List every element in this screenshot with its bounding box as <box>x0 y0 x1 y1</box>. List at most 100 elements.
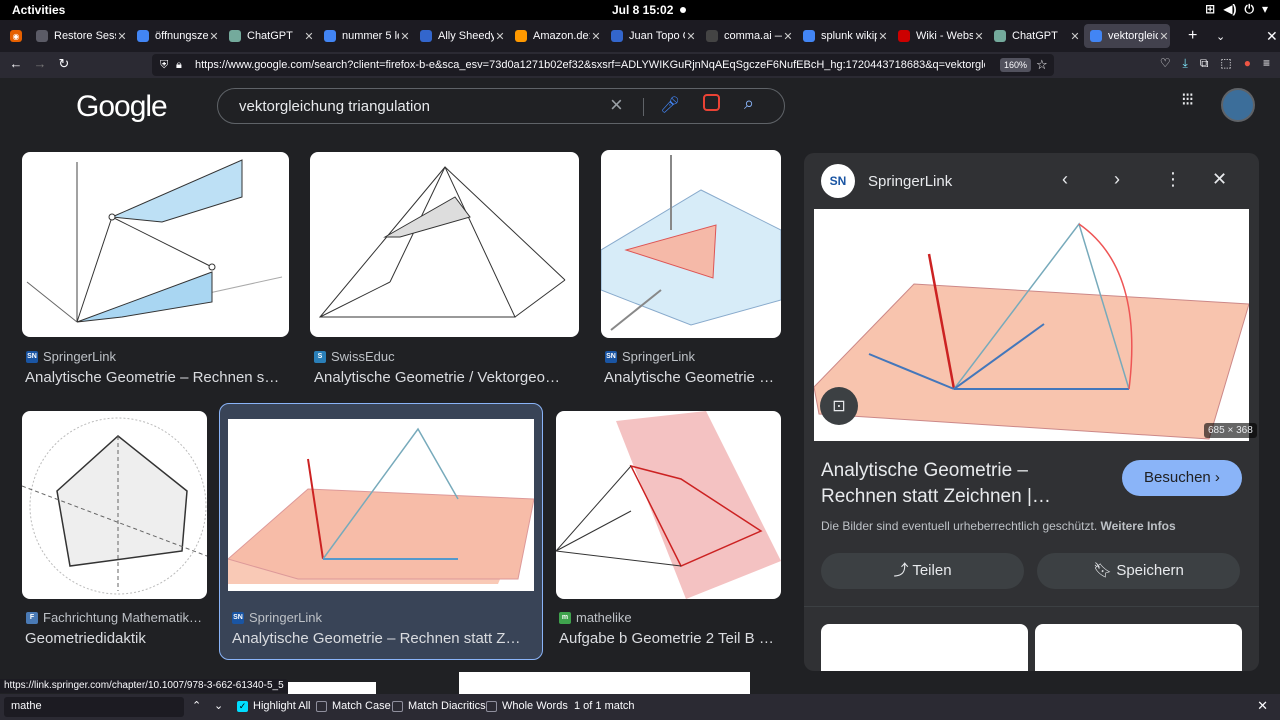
previous-icon[interactable]: ‹ <box>1062 169 1068 190</box>
clock[interactable]: Jul 8 15:02 <box>612 3 673 17</box>
url-text[interactable]: https://www.google.com/search?client=fir… <box>195 54 985 76</box>
reload-button[interactable]: ↻ <box>54 56 74 74</box>
tab-close-icon[interactable]: ✕ <box>973 30 985 43</box>
result-title[interactable]: Analytische Geometrie – Rechnen statt Z… <box>232 630 527 647</box>
result-title[interactable]: Analytische Geometrie … <box>604 369 779 386</box>
result-thumbnail[interactable] <box>310 152 579 337</box>
list-tabs-icon[interactable]: ⌄ <box>1210 24 1230 48</box>
firefox-view-icon[interactable]: ◉ <box>4 24 26 48</box>
bookmark-icon: 🔖︎ <box>1093 562 1117 579</box>
close-find-icon[interactable]: ✕ <box>1257 698 1268 714</box>
close-window-icon[interactable]: ✕ <box>1260 24 1280 48</box>
tab-5[interactable]: Ally Sheedy ✕ <box>414 24 506 48</box>
preview-title[interactable]: Analytische Geometrie – Rechnen statt Ze… <box>821 458 1091 510</box>
toolbar-icons: ♡ ⤓ ⧉ ⬚ ● ≡ <box>1160 56 1270 71</box>
result-title[interactable]: Aufgabe b Geometrie 2 Teil B … <box>559 630 781 647</box>
result-thumbnail[interactable] <box>22 411 207 599</box>
tab-close-icon[interactable]: ✕ <box>685 30 697 43</box>
extensions-icon[interactable]: ⧉ <box>1200 56 1209 71</box>
find-previous-icon[interactable]: ⌃ <box>192 699 201 712</box>
profile-icon[interactable]: ● <box>1244 56 1251 71</box>
tab-7[interactable]: Juan Topo Gi✕ <box>605 24 697 48</box>
search-box[interactable]: vektorgleichung triangulation × 🎤︎ ⌕ <box>217 88 785 124</box>
result-title[interactable]: Geometriedidaktik <box>25 630 207 647</box>
tab-close-icon[interactable]: ✕ <box>877 30 889 43</box>
menu-icon[interactable]: ≡ <box>1263 56 1270 71</box>
tab-close-icon[interactable]: ✕ <box>116 30 128 43</box>
activities-button[interactable]: Activities <box>12 3 65 17</box>
addon-icon[interactable]: ⬚ <box>1220 56 1231 71</box>
zoom-indicator[interactable]: 160% <box>1000 58 1032 72</box>
google-logo[interactable]: Google <box>76 90 168 124</box>
new-tab-button[interactable]: + <box>1182 24 1202 48</box>
result-title[interactable]: Analytische Geometrie / Vektorgeo… <box>314 369 576 386</box>
more-info-link[interactable]: Weitere Infos <box>1101 519 1176 533</box>
result-thumbnail[interactable] <box>22 152 289 337</box>
tab-close-icon[interactable]: ✕ <box>590 30 602 43</box>
back-button[interactable]: ← <box>6 56 26 74</box>
visit-button[interactable]: Besuchen › <box>1122 460 1242 496</box>
url-bar[interactable]: ⛨ 🔒︎ https://www.google.com/search?clien… <box>152 54 1054 76</box>
search-input[interactable]: vektorgleichung triangulation <box>239 98 430 115</box>
result-thumbnail[interactable] <box>556 411 781 599</box>
volume-icon: ◀) <box>1223 2 1237 16</box>
partial-result-thumbnail[interactable] <box>288 682 376 694</box>
tab-close-icon[interactable]: ✕ <box>399 30 411 43</box>
match-case-checkbox[interactable]: Match Case <box>316 700 391 712</box>
result-title[interactable]: Analytische Geometrie – Rechnen s… <box>25 369 287 386</box>
forward-button[interactable]: → <box>30 56 50 74</box>
tab-close-icon[interactable]: ✕ <box>1069 30 1081 43</box>
tab-9[interactable]: splunk wikip ✕ <box>797 24 889 48</box>
tab-3[interactable]: ChatGPT ✕ <box>223 24 315 48</box>
close-icon[interactable]: ✕ <box>1212 169 1227 190</box>
source-logo[interactable]: SN <box>821 164 855 198</box>
avatar[interactable] <box>1221 88 1255 122</box>
result-thumbnail[interactable] <box>228 419 534 591</box>
tab-6[interactable]: Amazon.de: ✕ <box>509 24 602 48</box>
tab-2[interactable]: öffnungszeit✕ <box>131 24 220 48</box>
tab-12[interactable]: vektorgleichu✕ <box>1084 24 1170 48</box>
tab-close-icon[interactable]: ✕ <box>782 30 794 43</box>
system-tray[interactable]: ⊞ ◀) ⏻ ▾ <box>1205 2 1268 17</box>
whole-words-label: Whole Words <box>502 700 568 712</box>
partial-result-thumbnail[interactable] <box>459 672 750 694</box>
downloads-icon[interactable]: ⤓ <box>1183 56 1188 71</box>
tab-11[interactable]: ChatGPT ✕ <box>988 24 1081 48</box>
find-input[interactable]: mathe <box>4 697 184 717</box>
source-name[interactable]: SpringerLink <box>868 173 952 190</box>
tracking-shield-icon[interactable]: ⛨ <box>160 54 168 76</box>
bookmark-star-icon[interactable]: ☆ <box>1036 54 1048 76</box>
microphone-icon[interactable]: 🎤︎ <box>660 95 680 115</box>
more-options-icon[interactable]: ⋮ <box>1164 169 1182 190</box>
tab-10[interactable]: Wiki - Websi ✕ <box>892 24 985 48</box>
tab-close-icon[interactable]: ✕ <box>208 30 220 43</box>
tab-label: Wiki - Websi <box>916 30 973 42</box>
share-button[interactable]: ⤴ Teilen <box>821 553 1024 589</box>
highlight-all-checkbox[interactable]: ✓ Highlight All <box>237 700 310 712</box>
tab-label: vektorgleichu <box>1108 30 1158 42</box>
tab-close-icon[interactable]: ✕ <box>494 30 506 43</box>
match-case-label: Match Case <box>332 700 391 712</box>
pocket-icon[interactable]: ♡ <box>1160 56 1171 71</box>
apps-grid-icon[interactable]: ⁝⁝⁝ <box>1181 90 1194 108</box>
tab-close-icon[interactable]: ✕ <box>1158 30 1170 43</box>
lock-icon[interactable]: 🔒︎ <box>176 54 182 76</box>
whole-words-checkbox[interactable]: Whole Words <box>486 700 568 712</box>
next-icon[interactable]: › <box>1114 169 1120 190</box>
search-icon[interactable]: ⌕ <box>744 93 754 114</box>
preview-image[interactable] <box>813 209 1250 441</box>
clear-icon[interactable]: × <box>610 92 623 118</box>
related-thumbnail[interactable] <box>821 624 1028 671</box>
google-lens-icon[interactable] <box>703 94 720 111</box>
match-diacritics-checkbox[interactable]: Match Diacritics <box>392 700 486 712</box>
tab-favicon-icon <box>706 30 718 42</box>
find-next-icon[interactable]: ⌄ <box>214 699 223 712</box>
save-button[interactable]: 🔖︎ Speichern <box>1037 553 1240 589</box>
tab-4[interactable]: nummer 5 le ✕ <box>318 24 411 48</box>
related-thumbnail[interactable] <box>1035 624 1242 671</box>
result-thumbnail[interactable] <box>601 150 781 338</box>
lens-search-icon[interactable]: ⊡ <box>820 387 858 425</box>
tab-close-icon[interactable]: ✕ <box>303 30 315 43</box>
tab-1[interactable]: Restore Sessi ✕ <box>30 24 128 48</box>
tab-8[interactable]: comma.ai — ✕ <box>700 24 794 48</box>
